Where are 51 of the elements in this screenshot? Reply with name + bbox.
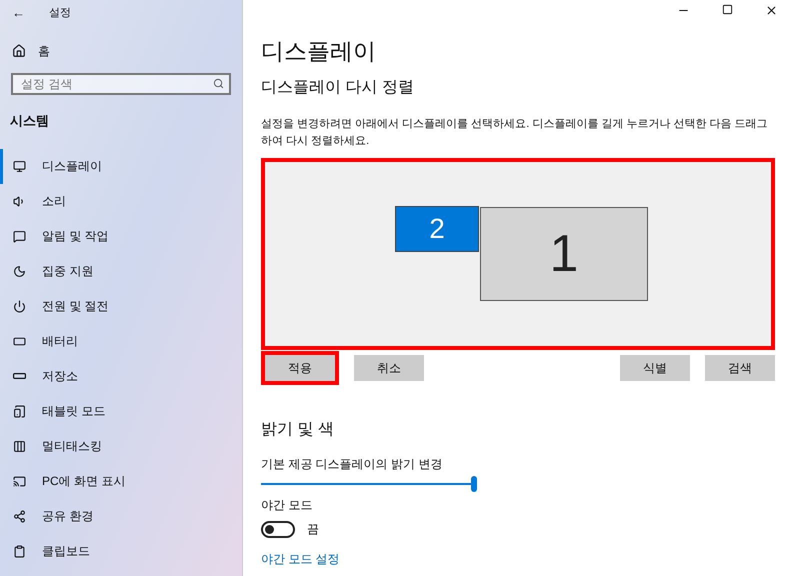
sidebar-item[interactable]: 알림 및 작업: [0, 218, 242, 254]
monitor-tile[interactable]: 2: [395, 206, 479, 252]
description-text: 설정을 변경하려면 아래에서 디스플레이를 선택하세요. 디스플레이를 길게 누르거나 선택한 다음 드래그하여 다시 정렬하세요.: [261, 117, 769, 149]
monitor-tile[interactable]: 1: [480, 207, 648, 301]
slider-thumb[interactable]: [471, 476, 477, 492]
sidebar-item[interactable]: 전원 및 절전: [0, 288, 242, 324]
speech-bubble-icon: [13, 230, 26, 242]
action-button[interactable]: 취소: [354, 355, 424, 381]
drive-icon: [13, 373, 26, 379]
back-button[interactable]: ←: [12, 3, 25, 23]
page-title: 디스플레이: [261, 37, 377, 66]
search-icon: [213, 78, 224, 89]
power-icon: [13, 300, 26, 312]
sidebar-item[interactable]: 집중 지원: [0, 254, 242, 288]
monitor-icon: [13, 160, 26, 172]
home-link[interactable]: 홈: [38, 42, 50, 60]
clipboard-icon: [13, 544, 26, 558]
action-button[interactable]: 식별: [620, 355, 690, 381]
columns-icon: [13, 440, 26, 452]
window-title: 설정: [49, 6, 71, 21]
slider-label: 기본 제공 디스플레이의 밝기 변경: [261, 456, 444, 473]
close-icon[interactable]: [765, 4, 778, 17]
section-heading: 디스플레이 다시 정렬: [261, 78, 415, 98]
speaker-icon: [13, 194, 26, 208]
battery-icon: [13, 334, 26, 348]
tablet-icon: [13, 404, 26, 418]
share-icon: [13, 510, 26, 522]
moon-icon: [13, 264, 26, 278]
sidebar-item[interactable]: 태블릿 모드: [0, 394, 242, 428]
sidebar-item[interactable]: 저장소: [0, 358, 242, 394]
home-icon: [12, 44, 26, 58]
section-title: 시스템: [9, 112, 50, 130]
sidebar-item[interactable]: PC에 화면 표시: [0, 464, 242, 498]
search-field[interactable]: 설정 검색: [11, 73, 231, 95]
sidebar-item[interactable]: 배터리: [0, 324, 242, 358]
toggle-switch[interactable]: [261, 520, 295, 538]
sidebar-item[interactable]: 디스플레이: [0, 148, 242, 184]
action-button[interactable]: 검색: [705, 355, 775, 381]
section-heading: 밝기 및 색: [261, 420, 335, 440]
sidebar-item[interactable]: 클립보드: [0, 534, 242, 568]
setting-label: 야간 모드: [261, 497, 314, 514]
brightness-slider[interactable]: [261, 474, 477, 494]
display-arrangement-area[interactable]: 2 1: [261, 158, 775, 350]
cast-icon: [13, 474, 26, 488]
sidebar-item[interactable]: 소리: [0, 184, 242, 218]
sidebar-item[interactable]: 멀티태스킹: [0, 428, 242, 464]
night-mode-settings-link[interactable]: 야간 모드 설정: [261, 550, 782, 568]
toggle-state: 끔: [307, 521, 319, 538]
sidebar-item[interactable]: 공유 환경: [0, 498, 242, 534]
maximize-icon[interactable]: [722, 4, 733, 15]
action-button[interactable]: 적용: [265, 355, 335, 381]
